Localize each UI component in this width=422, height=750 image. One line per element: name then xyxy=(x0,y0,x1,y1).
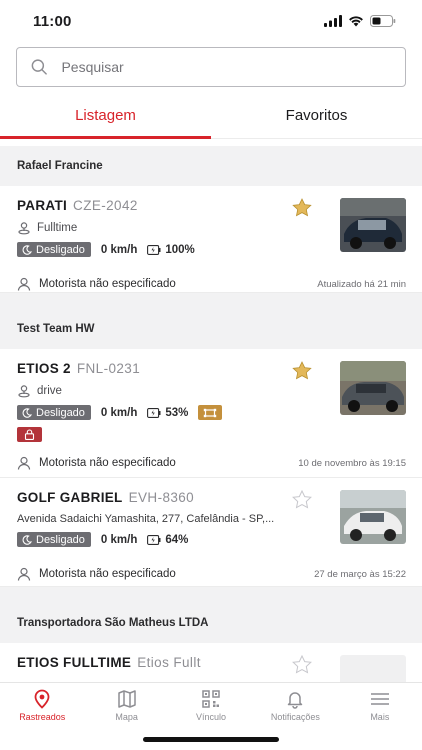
group-header: Test Team HW xyxy=(0,309,422,349)
status-badge: Desligado xyxy=(17,242,91,257)
nav-mais[interactable]: Mais xyxy=(338,689,422,727)
vehicle-photo-placeholder[interactable] xyxy=(340,655,406,682)
vehicle-name: PARATI xyxy=(17,198,68,213)
person-icon xyxy=(17,567,31,581)
status-label: Desligado xyxy=(36,533,85,546)
vehicle-photo[interactable] xyxy=(340,198,406,252)
lock-icon xyxy=(24,429,35,440)
status-label: Desligado xyxy=(36,406,85,419)
battery-indicator: 64% xyxy=(147,534,188,546)
tracker-icon xyxy=(18,385,30,398)
vehicle-subtitle: Fulltime xyxy=(37,222,78,234)
tab-favoritos[interactable]: Favoritos xyxy=(211,99,422,138)
search-icon xyxy=(31,59,47,75)
qr-code-icon xyxy=(202,690,220,708)
vehicle-list: Rafael Francine PARATI CZE-2042 Fulltime… xyxy=(0,146,422,682)
status-bar: 11:00 xyxy=(0,0,422,42)
nav-mapa[interactable]: Mapa xyxy=(84,689,168,727)
speed-value: 0 km/h xyxy=(100,406,138,419)
moon-icon xyxy=(22,407,32,418)
vehicle-card[interactable]: PARATI CZE-2042 Fulltime Desligado 0 km/… xyxy=(0,186,422,293)
updated-time: 27 de março às 15:22 xyxy=(314,568,406,580)
battery-icon xyxy=(370,15,396,27)
bottom-nav: Rastreados Mapa Vínculo Notificações Mai… xyxy=(0,682,422,750)
status-badge: Desligado xyxy=(17,532,91,547)
nav-notificacoes[interactable]: Notificações xyxy=(253,689,337,727)
person-icon xyxy=(17,277,31,291)
nav-label: Mais xyxy=(370,712,390,722)
star-filled-icon[interactable] xyxy=(292,198,312,217)
signal-icon xyxy=(324,15,342,27)
vehicle-address: Avenida Sadaichi Yamashita, 277, Cafelân… xyxy=(17,513,275,525)
driver-name: Motorista não especificado xyxy=(39,457,176,469)
nav-label: Rastreados xyxy=(19,712,66,722)
person-icon xyxy=(17,456,31,470)
nav-label: Vínculo xyxy=(196,712,227,722)
vehicle-plate: EVH-8360 xyxy=(128,490,195,505)
battery-charge-icon xyxy=(147,534,161,545)
nav-vinculo[interactable]: Vínculo xyxy=(169,689,253,727)
lock-badge xyxy=(17,427,42,442)
nav-rastreados[interactable]: Rastreados xyxy=(0,689,84,727)
battery-value: 53% xyxy=(165,406,189,419)
vehicle-photo[interactable] xyxy=(340,361,406,415)
vehicle-name: ETIOS FULLTIME xyxy=(17,655,132,670)
home-indicator[interactable] xyxy=(143,737,279,742)
driver-info: Motorista não especificado xyxy=(17,456,176,470)
updated-time: Atualizado há 21 min xyxy=(317,278,406,290)
tab-listagem[interactable]: Listagem xyxy=(0,99,211,138)
vehicle-plate: CZE-2042 xyxy=(73,198,138,213)
search-box[interactable] xyxy=(16,47,406,87)
driver-name: Motorista não especificado xyxy=(39,278,176,290)
vehicle-card[interactable]: ETIOS 2 FNL-0231 drive Desligado 0 km/h … xyxy=(0,349,422,478)
status-label: Desligado xyxy=(36,243,85,256)
battery-value: 100% xyxy=(165,243,195,256)
battery-value: 64% xyxy=(165,533,189,546)
tab-bar: Listagem Favoritos xyxy=(0,99,422,139)
speed-value: 0 km/h xyxy=(100,243,138,256)
speed-value: 0 km/h xyxy=(100,533,138,546)
menu-icon xyxy=(370,693,389,705)
vehicle-name: GOLF GABRIEL xyxy=(17,490,123,505)
group-header: Rafael Francine xyxy=(0,146,422,186)
ignition-badge xyxy=(198,405,223,420)
star-outline-icon[interactable] xyxy=(292,655,312,674)
star-outline-icon[interactable] xyxy=(292,490,312,509)
search-input[interactable] xyxy=(61,59,391,75)
vehicle-name: ETIOS 2 xyxy=(17,361,71,376)
vehicle-card[interactable]: ETIOS FULLTIME Etios Fullt xyxy=(0,643,422,682)
vehicle-photo[interactable] xyxy=(340,490,406,544)
updated-time: 10 de novembro às 19:15 xyxy=(298,457,406,469)
battery-charge-icon xyxy=(147,244,161,255)
location-pin-icon xyxy=(34,689,50,709)
star-filled-icon[interactable] xyxy=(292,361,312,380)
vehicle-plate: Etios Fullt xyxy=(137,655,201,670)
vehicle-card[interactable]: GOLF GABRIEL EVH-8360 Avenida Sadaichi Y… xyxy=(0,478,422,587)
wifi-icon xyxy=(349,16,363,27)
status-time: 11:00 xyxy=(33,12,72,30)
driver-name: Motorista não especificado xyxy=(39,568,176,580)
vehicle-plate: FNL-0231 xyxy=(76,361,141,376)
vehicle-subtitle: drive xyxy=(37,385,62,397)
tracker-icon xyxy=(18,222,30,235)
status-icons xyxy=(324,15,396,27)
ignition-icon xyxy=(204,408,217,417)
battery-charge-icon xyxy=(147,407,161,418)
nav-label: Mapa xyxy=(115,712,138,722)
battery-indicator: 100% xyxy=(147,243,195,256)
driver-info: Motorista não especificado xyxy=(17,277,176,291)
moon-icon xyxy=(22,244,32,255)
driver-info: Motorista não especificado xyxy=(17,567,176,581)
nav-label: Notificações xyxy=(270,712,320,722)
map-icon xyxy=(117,690,136,708)
status-badge: Desligado xyxy=(17,405,91,420)
bell-icon xyxy=(288,692,303,709)
group-header: Transportadora São Matheus LTDA xyxy=(0,603,422,643)
moon-icon xyxy=(22,534,32,545)
battery-indicator: 53% xyxy=(147,407,188,419)
